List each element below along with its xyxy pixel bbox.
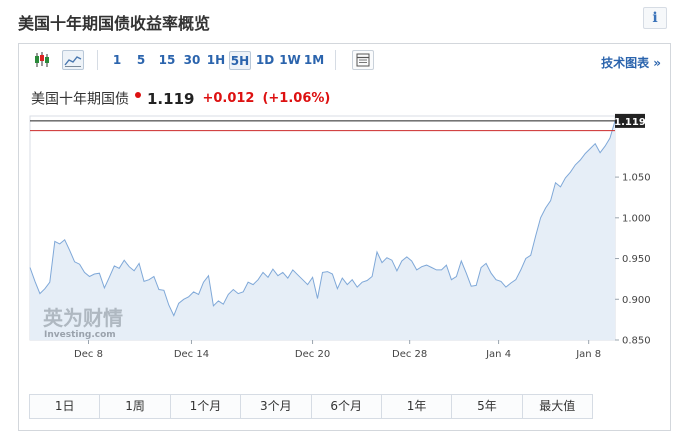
range-5y-button[interactable]: 5年: [452, 395, 523, 418]
x-tick-label: Dec 8: [74, 349, 103, 360]
x-tick-label: Dec 20: [295, 349, 330, 360]
range-1y-button[interactable]: 1年: [381, 395, 453, 418]
info-icon[interactable]: i: [643, 7, 667, 29]
price-chart[interactable]: 1.119 0.850 0.900 0.950 1.000 1.050 Dec 8 Dec 1…: [19, 44, 670, 384]
page-title: 美国十年期国债收益率概览: [18, 14, 211, 33]
y-tick-label: 1.000: [622, 213, 651, 224]
range-6m-button[interactable]: 6个月: [311, 395, 382, 418]
x-tick-label: Dec 28: [392, 349, 427, 360]
x-tick-label: Jan 8: [575, 349, 601, 360]
range-max-button[interactable]: 最大值: [522, 395, 592, 418]
last-price-tag-label: 1.119: [614, 117, 646, 128]
range-1m-button[interactable]: 1个月: [170, 395, 242, 418]
watermark-subtitle: Investing.com: [44, 330, 116, 340]
x-tick-label: Jan 4: [485, 349, 511, 360]
range-selector: 1日 1周 1个月 3个月 6个月 1年 5年 最大值: [29, 394, 593, 419]
y-tick-label: 1.050: [622, 173, 651, 184]
range-1d-button[interactable]: 1日: [30, 395, 101, 418]
range-3m-button[interactable]: 3个月: [241, 395, 312, 418]
y-tick-label: 0.900: [622, 295, 651, 306]
y-tick-label: 0.850: [622, 336, 651, 347]
chart-widget: 1 5 15 30 1H 5H 1D 1W 1M 技术图表 » 美国十年期国债 1…: [18, 43, 671, 431]
watermark-logo: 英为财情: [43, 306, 123, 330]
x-tick-label: Dec 14: [174, 349, 209, 360]
y-tick-label: 0.950: [622, 254, 651, 265]
range-1w-button[interactable]: 1周: [100, 395, 171, 418]
